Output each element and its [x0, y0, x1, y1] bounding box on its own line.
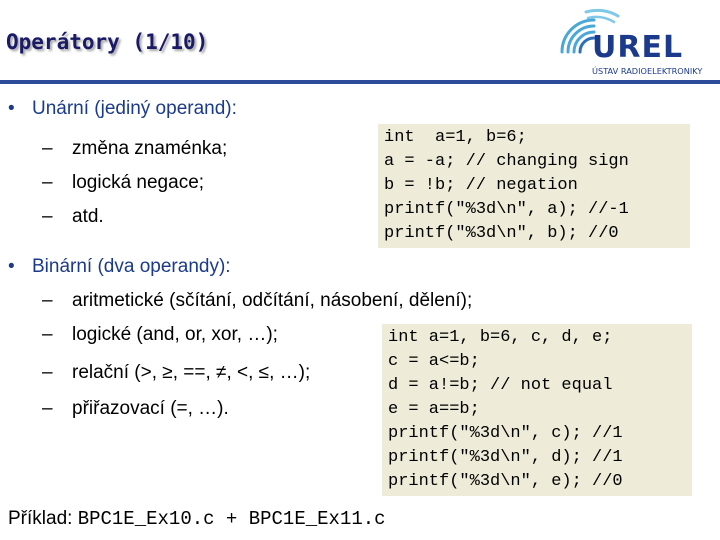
code-block-binary: int a=1, b=6, c, d, e; c = a<=b; d = a!=… — [382, 324, 692, 496]
bullet-binary-label: Binární (dva operandy): — [32, 256, 231, 277]
list-item: – přiřazovací (=, …). — [42, 398, 229, 419]
example-line: Příklad: BPC1E_Ex10.c + BPC1E_Ex11.c — [8, 508, 386, 530]
list-item: – atd. — [42, 206, 104, 227]
bullet-dot-icon: • — [8, 98, 15, 119]
bullet-dot-icon: • — [8, 256, 15, 277]
code-line: printf("%3d\n", c); //1 — [388, 424, 623, 443]
bullet-unary: • Unární (jediný operand): — [8, 98, 237, 120]
list-item: – změna znaménka; — [42, 138, 228, 159]
list-item-text: přiřazovací (=, …). — [72, 398, 229, 419]
list-item-text: aritmetické (sčítání, odčítání, násobení… — [72, 290, 473, 311]
code-line: printf("%3d\n", a); //-1 — [384, 200, 629, 219]
list-item-text: logické (and, or, xor, …); — [72, 324, 278, 345]
code-line: printf("%3d\n", d); //1 — [388, 448, 623, 467]
logo-subtitle: ÚSTAV RADIOELEKTRONIKY — [592, 66, 703, 76]
list-item: – relační (>, ≥, ==, ≠, <, ≤, …); — [42, 362, 311, 383]
title-divider — [0, 80, 720, 84]
bullet-binary: • Binární (dva operandy): — [8, 256, 231, 278]
slide-title: Operátory (1/10) — [6, 30, 209, 54]
code-line: e = a==b; — [388, 400, 480, 419]
list-item-text: změna znaménka; — [72, 138, 228, 159]
list-item-text: logická negace; — [72, 172, 205, 193]
code-line: c = a<=b; — [388, 352, 480, 371]
example-files: BPC1E_Ex10.c + BPC1E_Ex11.c — [77, 508, 386, 530]
code-line: d = a!=b; // not equal — [388, 376, 613, 395]
code-block-unary: int a=1, b=6; a = -a; // changing sign b… — [378, 124, 690, 248]
code-line: printf("%3d\n", e); //0 — [388, 472, 623, 491]
list-item-text: atd. — [72, 206, 104, 227]
code-line: int a=1, b=6; — [384, 128, 527, 147]
logo-wordmark: UREL — [592, 30, 684, 65]
list-item: – logické (and, or, xor, …); — [42, 324, 278, 345]
list-item: – logická negace; — [42, 172, 205, 193]
code-line: int a=1, b=6, c, d, e; — [388, 328, 613, 347]
example-label: Příklad: — [8, 508, 73, 529]
code-line: a = -a; // changing sign — [384, 152, 629, 171]
list-item-text: relační (>, ≥, ==, ≠, <, ≤, …); — [72, 362, 311, 383]
code-line: printf("%3d\n", b); //0 — [384, 224, 619, 243]
bullet-unary-label: Unární (jediný operand): — [32, 98, 237, 119]
code-line: b = !b; // negation — [384, 176, 578, 195]
list-item: – aritmetické (sčítání, odčítání, násoben… — [42, 290, 473, 311]
